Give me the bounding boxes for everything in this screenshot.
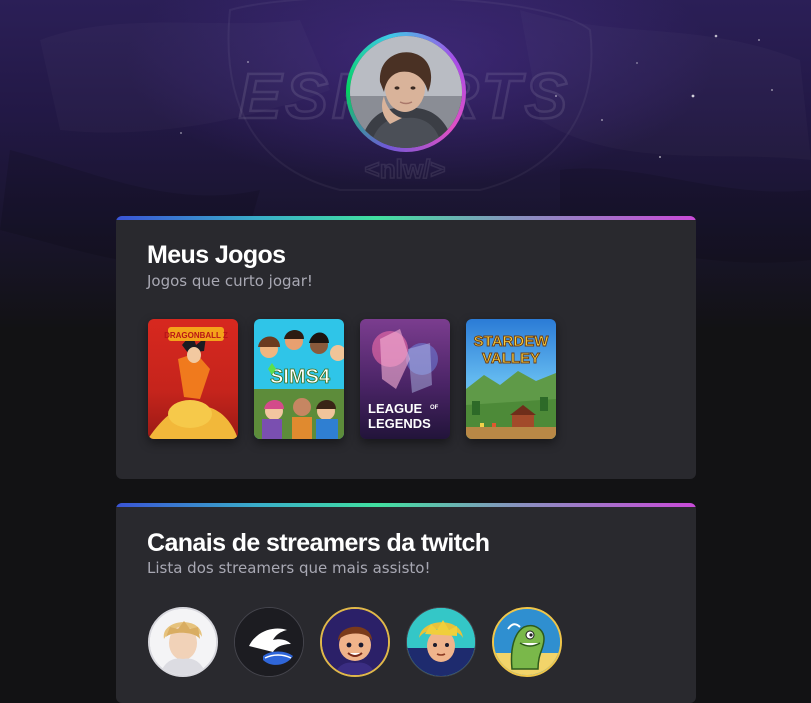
dbz-cover-text: DRAGONBALL Z	[164, 331, 228, 340]
game-cover-dragon-ball-z[interactable]: DRAGONBALL Z	[148, 319, 238, 439]
games-title: Meus Jogos	[147, 241, 286, 269]
lol-cover-text-league: LEAGUE	[368, 401, 423, 416]
streamers-title: Canais de streamers da twitch	[147, 529, 490, 557]
stardew-cover-text-stardew: STARDEW	[474, 333, 550, 350]
game-cover-the-sims-4[interactable]: SIMS4	[254, 319, 344, 439]
games-subtitle: Jogos que curto jogar!	[147, 272, 313, 290]
nlw-logo-text: <nlw/>	[365, 154, 446, 184]
games-card: Meus Jogos Jogos que curto jogar! DRAGON…	[116, 216, 696, 479]
avatar-photo	[350, 36, 462, 148]
streamers-subtitle: Lista dos streamers que mais assisto!	[147, 559, 431, 577]
lol-cover-text-of: OF	[430, 405, 439, 411]
game-cover-league-of-legends[interactable]: LEAGUE OF LEGENDS	[360, 319, 450, 439]
profile-avatar	[346, 32, 466, 152]
sims-cover-text: SIMS4	[270, 366, 331, 388]
lol-cover-text-legends: LEGENDS	[368, 416, 431, 431]
stardew-cover-text-valley: VALLEY	[482, 350, 540, 367]
game-cover-stardew-valley[interactable]: STARDEW VALLEY	[466, 319, 556, 439]
streamers-card: Canais de streamers da twitch Lista dos …	[116, 503, 696, 703]
